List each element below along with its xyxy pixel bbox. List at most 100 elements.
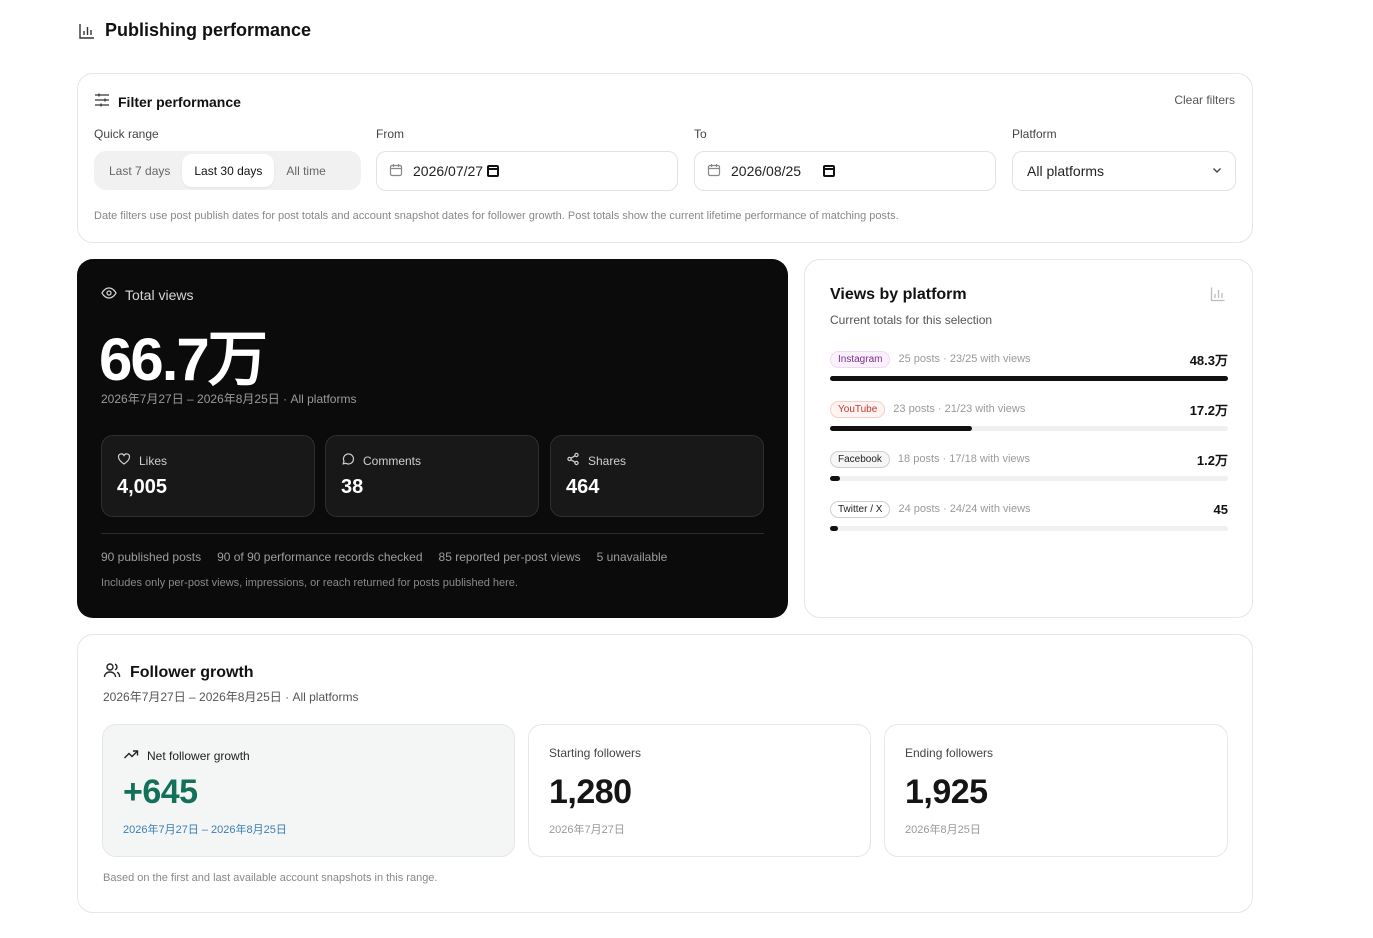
views-by-platform-title: Views by platform [830, 286, 967, 303]
total-views-card: Total views 66.7万 2026年7月27日 – 2026年8月25… [77, 259, 788, 618]
shares-value: 464 [566, 476, 600, 498]
platform-bar-fill [830, 526, 838, 531]
to-date-value: 2026/08/25 [731, 163, 802, 179]
starting-followers-value: 1,280 [549, 773, 632, 811]
total-views-range: 2026年7月27日 – 2026年8月25日 · All platforms [101, 392, 357, 406]
calendar-icon [707, 163, 721, 180]
shares-label: Shares [588, 453, 627, 468]
net-follower-growth-range: 2026年7月27日 – 2026年8月25日 [123, 824, 287, 836]
net-follower-growth-value: +645 [123, 773, 198, 811]
filter-title: Filter performance [118, 93, 241, 110]
reported-views-count: 85 reported per-post views [438, 550, 581, 564]
page-title: Publishing performance [78, 20, 311, 41]
comments-value: 38 [341, 476, 364, 498]
ending-followers-date: 2026年8月25日 [905, 824, 981, 836]
users-icon [103, 661, 121, 684]
likes-value: 4,005 [117, 476, 168, 498]
total-views-value: 66.7万 [99, 326, 268, 393]
unavailable-count: 5 unavailable [596, 550, 668, 564]
from-date-value: 2026/07/27 [413, 163, 484, 179]
views-note: Includes only per-post views, impression… [101, 577, 518, 589]
platform-row: YouTube 23 posts · 21/23 with views 17.2万 [830, 398, 1228, 431]
clear-filters-button[interactable]: Clear filters [1174, 93, 1235, 107]
divider [101, 533, 764, 534]
published-posts-count: 90 published posts [101, 550, 202, 564]
to-date-input[interactable]: 2026/08/25 [694, 151, 996, 191]
shares-stat: Shares 464 [550, 435, 764, 517]
to-label: To [694, 127, 707, 141]
quick-range-group: Last 7 days Last 30 days All time [94, 151, 361, 190]
likes-stat: Likes 4,005 [101, 435, 315, 517]
from-label: From [376, 127, 404, 141]
records-checked-count: 90 of 90 performance records checked [217, 550, 423, 564]
views-by-platform-subtitle: Current totals for this selection [830, 313, 993, 327]
share-icon [566, 452, 580, 469]
platform-post-info: 24 posts · 24/24 with views [898, 503, 1031, 515]
platform-post-info: 25 posts · 23/25 with views [898, 353, 1031, 365]
platform-badge: YouTube [830, 400, 886, 418]
net-follower-growth-label: Net follower growth [147, 748, 250, 763]
platform-views-value: 45 [1213, 501, 1228, 517]
date-picker-icon[interactable] [487, 165, 500, 177]
eye-icon [101, 285, 117, 304]
follower-growth-range: 2026年7月27日 – 2026年8月25日 · All platforms [103, 690, 359, 704]
platform-label: Platform [1012, 127, 1057, 141]
views-meta: 90 published posts 90 of 90 performance … [101, 550, 667, 564]
filter-card: Filter performance Clear filters Quick r… [77, 73, 1253, 243]
platform-bar-fill [830, 426, 972, 431]
likes-label: Likes [139, 453, 168, 468]
heart-icon [117, 452, 131, 469]
follower-growth-header: Follower growth [103, 661, 254, 684]
filter-header: Filter performance [94, 92, 241, 111]
starting-followers-label: Starting followers [549, 746, 642, 760]
net-follower-growth-box: Net follower growth +645 2026年7月27日 – 20… [102, 724, 515, 857]
follower-growth-note: Based on the first and last available ac… [103, 872, 438, 884]
page-title-text: Publishing performance [105, 20, 312, 40]
platform-bar-fill [830, 476, 840, 481]
follower-growth-card: Follower growth 2026年7月27日 – 2026年8月25日 … [77, 634, 1253, 913]
starting-followers-box: Starting followers 1,280 2026年7月27日 [528, 724, 871, 857]
total-views-label-text: Total views [125, 286, 194, 303]
from-date-input[interactable]: 2026/07/27 [376, 151, 678, 191]
platform-badge: Facebook [830, 450, 890, 468]
starting-followers-date: 2026年7月27日 [549, 824, 625, 836]
platform-bar-track [830, 476, 1228, 481]
platform-badge: Instagram [830, 350, 891, 368]
platform-views-value: 17.2万 [1189, 402, 1228, 418]
quick-range-all-time[interactable]: All time [274, 154, 337, 187]
platform-select[interactable]: All platforms [1012, 151, 1236, 191]
total-views-label: Total views [101, 285, 193, 304]
quick-range-label: Quick range [94, 127, 159, 141]
platform-badge: Twitter / X [830, 500, 891, 518]
bar-chart-icon [1210, 286, 1226, 307]
views-by-platform-card: Views by platform Current totals for thi… [804, 259, 1253, 618]
comment-icon [341, 452, 355, 469]
platform-views-value: 1.2万 [1196, 452, 1228, 468]
platform-post-info: 18 posts · 17/18 with views [897, 453, 1030, 465]
platform-views-value: 48.3万 [1189, 352, 1228, 368]
quick-range-30-days[interactable]: Last 30 days [182, 154, 275, 187]
trending-up-icon [123, 746, 139, 765]
filter-note: Date filters use post publish dates for … [94, 210, 899, 222]
ending-followers-value: 1,925 [905, 773, 988, 811]
platform-bar-fill [830, 376, 1228, 381]
platform-row: Facebook 18 posts · 17/18 with views 1.2万 [830, 448, 1228, 481]
comments-label: Comments [363, 453, 422, 468]
ending-followers-label: Ending followers [905, 746, 994, 760]
platform-select-value: All platforms [1027, 163, 1105, 179]
follower-growth-title: Follower growth [130, 663, 254, 681]
ending-followers-box: Ending followers 1,925 2026年8月25日 [884, 724, 1228, 857]
platform-bar-track [830, 526, 1228, 531]
platform-row: Instagram 25 posts · 23/25 with views 48.3… [830, 348, 1228, 381]
chevron-down-icon [1211, 163, 1223, 179]
quick-range-7-days[interactable]: Last 7 days [97, 154, 182, 187]
platform-bar-track [830, 426, 1228, 431]
platform-post-info: 23 posts · 21/23 with views [893, 403, 1026, 415]
platform-row: Twitter / X 24 posts · 24/24 with views 45 [830, 498, 1228, 531]
platform-bar-track [830, 376, 1228, 381]
calendar-icon [389, 163, 403, 180]
comments-stat: Comments 38 [325, 435, 539, 517]
bar-chart-icon [78, 22, 96, 40]
sliders-icon [94, 92, 110, 111]
date-picker-icon[interactable] [823, 165, 836, 177]
